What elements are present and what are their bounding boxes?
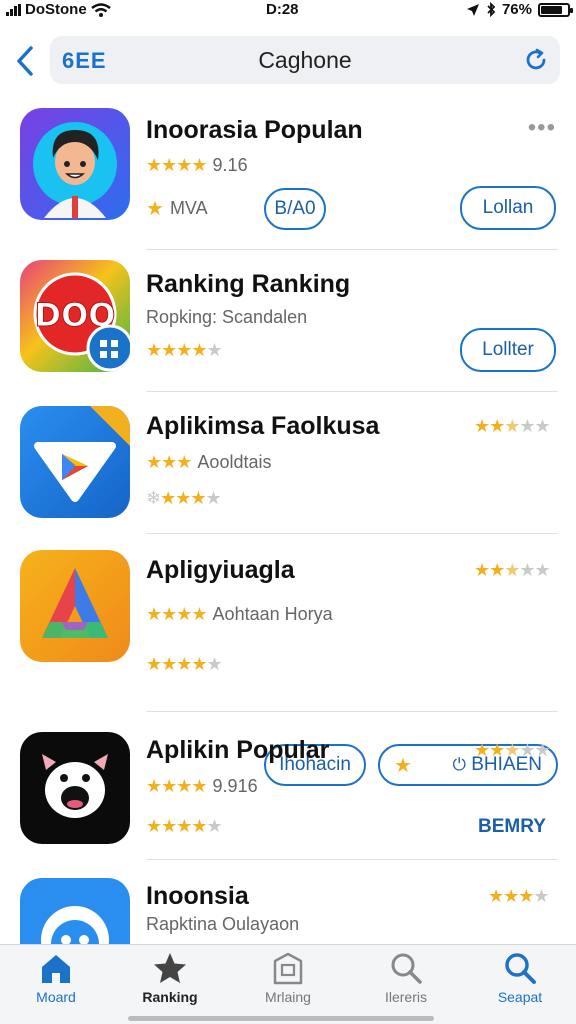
list-item[interactable]: DOO Ranking Ranking Ropking: Scandalen ★…: [0, 250, 576, 392]
app-tag: MVA: [169, 198, 208, 218]
app-title: Apligyiuagla: [146, 556, 295, 584]
status-left: DoStone: [6, 1, 111, 18]
app-icon-play[interactable]: [20, 406, 130, 518]
tab-search[interactable]: Seapat: [470, 951, 570, 1013]
app-icon-doo[interactable]: DOO: [20, 260, 130, 372]
rating-stars: ★★★★★: [146, 654, 223, 674]
home-icon: [42, 955, 70, 983]
rating-stars: ❄★★★★: [146, 488, 222, 508]
battery-icon: [538, 2, 573, 17]
app-subtitle: Rapktina Oulayaon: [146, 914, 300, 934]
bluetooth-icon: [487, 2, 496, 17]
app-icon-cow[interactable]: [20, 732, 130, 844]
home-indicator[interactable]: [128, 1016, 434, 1021]
app-subtitle: Aooldtais: [197, 452, 272, 472]
app-tag-line: ★ MVA: [146, 196, 208, 221]
app-subtitle: Ropking: Scandalen: [146, 307, 308, 327]
tab-inbox[interactable]: Mrlaing: [238, 951, 338, 1013]
app-title: Ranking Ranking: [146, 270, 351, 298]
chevron-left-icon: [17, 46, 33, 76]
tab-label: Ranking: [142, 989, 198, 1005]
tab-home[interactable]: Moard: [6, 951, 106, 1013]
tab-label: Ilereris: [384, 989, 427, 1005]
search-icon: [391, 953, 422, 984]
inbox-icon: [273, 952, 303, 985]
star-icon: ★: [146, 198, 164, 220]
tab-label: Seapat: [497, 989, 543, 1005]
tab-ranking[interactable]: Ranking: [120, 951, 220, 1013]
app-subtitle: Aohtaan Horya: [212, 604, 333, 624]
app-title: Inoonsia: [146, 882, 249, 910]
app-title: Aplikin Popular: [146, 736, 330, 764]
app-icon-monkey[interactable]: [20, 878, 130, 944]
status-time: D:28: [266, 1, 299, 18]
rating-stars: ★★★★★: [146, 340, 223, 360]
star-icon: [154, 953, 186, 983]
app-subtitle-line: ★★★★ Aohtaan Horya: [146, 604, 333, 625]
search-icon: [505, 953, 536, 984]
app-rating-line: ★★★★ 9.16: [146, 155, 248, 176]
tab-search-alt[interactable]: Ilereris: [356, 951, 456, 1013]
rating-stars: ★★★★: [146, 155, 208, 175]
app-rating-line: ★★★★ 9.916: [146, 776, 258, 797]
more-options-icon[interactable]: •••: [528, 114, 556, 142]
search-query[interactable]: Caghone: [50, 47, 560, 74]
status-bar: DoStone D:28 76%: [0, 0, 576, 22]
rating-stars: ★★★: [146, 452, 192, 472]
rating-value: 9.16: [212, 155, 248, 175]
list-item[interactable]: Inoonsia ★★★★ Rapktina Oulayaon: [0, 860, 576, 944]
carrier-name: DoStone: [25, 1, 87, 18]
secondary-button[interactable]: B/A0: [264, 188, 326, 230]
signal-icon: [6, 3, 21, 16]
primary-action-button[interactable]: Lollan: [460, 186, 556, 230]
list-item[interactable]: Apligyiuagla ★★★★★ ★★★★ Aohtaan Horya ★★…: [0, 534, 576, 786]
list-item[interactable]: Inoorasia Populan ••• ★★★★ 9.16 ★ MVA B/…: [0, 100, 576, 250]
status-right: 76%: [466, 1, 573, 18]
location-arrow-icon: [466, 3, 479, 16]
primary-action-button[interactable]: Lollter: [460, 328, 556, 372]
rating-stars-right: ★★★★★: [474, 560, 551, 580]
tab-label: Mrlaing: [265, 989, 311, 1005]
back-button[interactable]: [10, 44, 40, 78]
app-icon-avatar[interactable]: [20, 108, 130, 220]
battery-percent: 76%: [501, 1, 532, 18]
action-link[interactable]: BEMRY: [478, 816, 546, 838]
rating-stars-right: ★★★★★: [474, 740, 551, 760]
refresh-icon[interactable]: [522, 46, 550, 74]
app-title: Inoorasia Populan: [146, 116, 363, 144]
rating-stars: ★★★★: [146, 776, 208, 796]
rating-stars: ★★★★: [146, 604, 208, 624]
tab-bar: Moard Ranking Mrlaing Ilereris Seapat: [0, 944, 576, 1024]
rating-stars: ★★★★★: [146, 816, 223, 836]
list-item[interactable]: Aplikin Popular ★★★★★ ★★★★ 9.916 ★★★★★ B…: [0, 712, 576, 860]
list-item[interactable]: Aplikimsa Faolkusa ★★★★★ ★★★ Aooldtais ❄…: [0, 392, 576, 534]
rating-stars-right: ★★★★★: [474, 416, 551, 436]
rating-value: 9.916: [212, 776, 258, 796]
rating-stars-right: ★★★★: [488, 886, 550, 906]
app-icon-triangle[interactable]: [20, 550, 130, 662]
tab-label: Moard: [36, 989, 76, 1005]
app-title: Aplikimsa Faolkusa: [146, 412, 380, 440]
app-subtitle-line: ★★★ Aooldtais: [146, 452, 271, 473]
wifi-icon: [90, 2, 111, 17]
search-field[interactable]: 6EE Caghone: [50, 36, 560, 84]
